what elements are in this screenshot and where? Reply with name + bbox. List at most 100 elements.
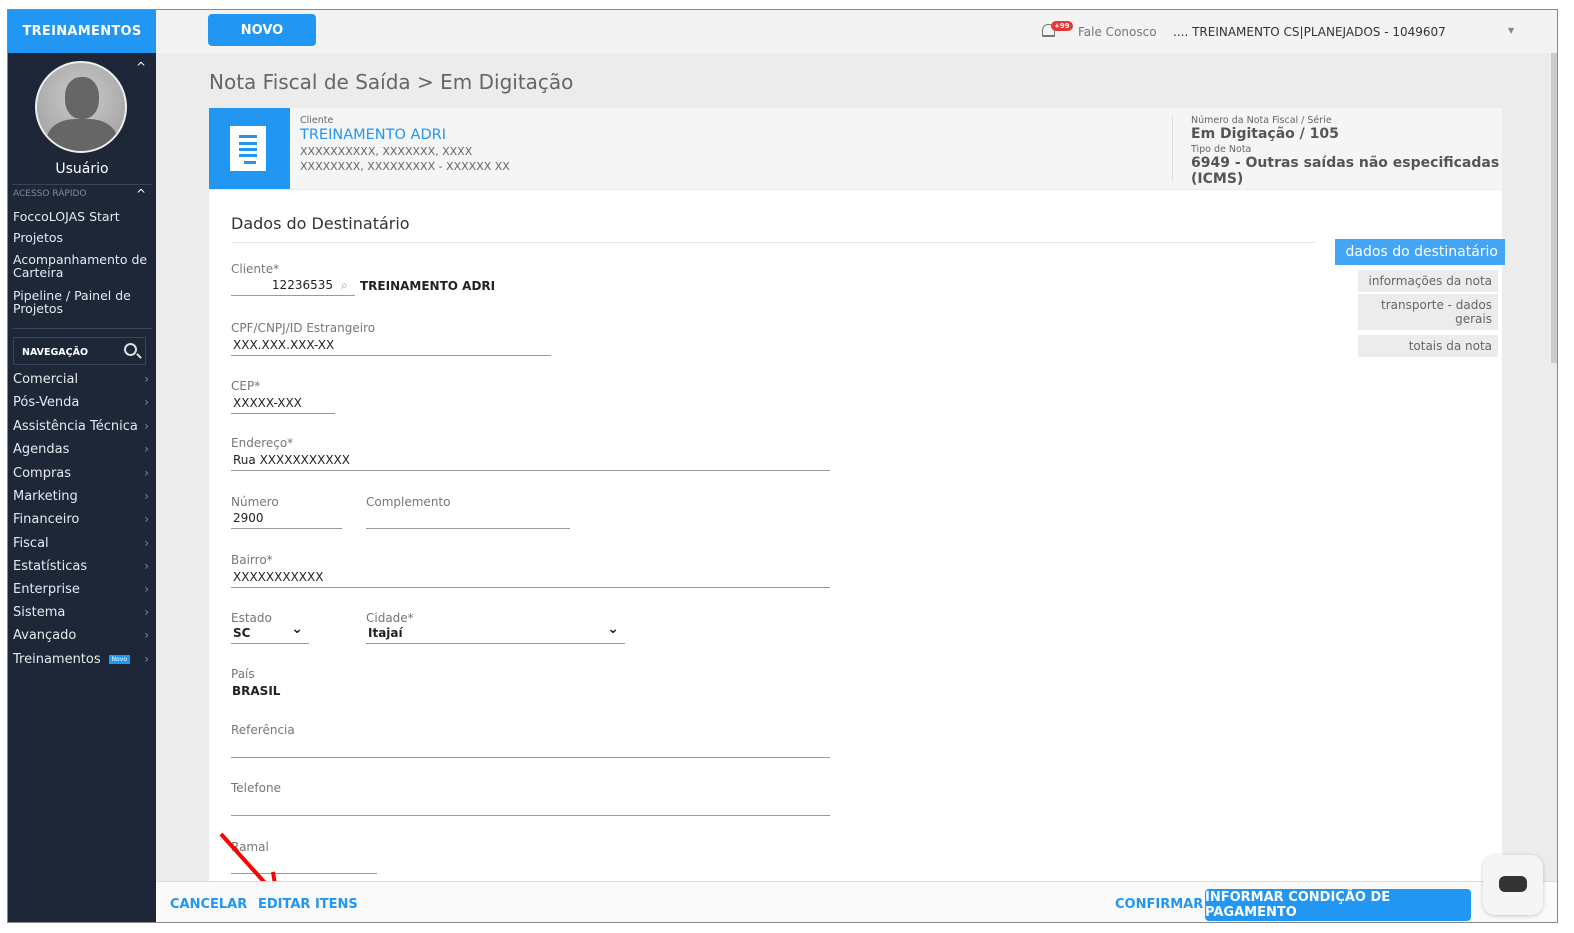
quick-link[interactable]: FoccoLOJAS Start (13, 210, 120, 223)
brand[interactable]: TREINAMENTOS (8, 10, 156, 53)
chat-icon (1499, 876, 1527, 892)
nav-item[interactable]: Sistema› (13, 605, 149, 620)
pais-value: BRASIL (232, 684, 280, 698)
type-label: Tipo de Nota (1191, 144, 1502, 155)
estado-label: Estado (231, 611, 272, 625)
chevron-right-icon: › (144, 582, 149, 597)
avatar[interactable] (35, 61, 127, 153)
nav-item[interactable]: Fiscal › (13, 536, 149, 551)
confirm-button[interactable]: CONFIRMAR (1115, 897, 1203, 912)
cliente-name: TREINAMENTO ADRI (360, 279, 495, 293)
top-bar: NOVO +99 Fale Conosco .... TREINAMENTO C… (156, 10, 1557, 53)
bairro-input[interactable]: XXXXXXXXXXX (231, 570, 830, 588)
cliente-code-input[interactable]: 12236535 (231, 278, 355, 296)
telefone-label: Telefone (231, 781, 281, 795)
new-button[interactable]: NOVO (208, 14, 316, 46)
referencia-input[interactable] (231, 740, 830, 758)
chevron-right-icon: › (144, 605, 149, 620)
nav-item[interactable]: Comercial › (13, 372, 149, 387)
sidebar: TREINAMENTOS ^ Usuário ACESSO RÁPIDO ^ F… (8, 10, 156, 923)
quick-link[interactable]: Pipeline / Painel de Projetos (13, 289, 138, 315)
invoice-header: Cliente TREINAMENTO ADRI XXXXXXXXXX, XXX… (209, 108, 1502, 189)
app-window: TREINAMENTOS ^ Usuário ACESSO RÁPIDO ^ F… (7, 9, 1558, 923)
nav-item[interactable]: Marketing › (13, 489, 149, 504)
nav-label: Enterprise (13, 582, 80, 597)
quick-link[interactable]: Acompanhamento de Carteira (13, 253, 148, 279)
chevron-right-icon: › (144, 489, 149, 504)
nav-item[interactable]: Compras › (13, 466, 149, 481)
telefone-input[interactable] (231, 798, 830, 816)
section-nav-destinatario[interactable]: dados do destinatário (1335, 239, 1505, 265)
pais-label: País (231, 667, 255, 681)
estado-select[interactable]: SC (231, 626, 309, 644)
client-address-2: XXXXXXXX, XXXXXXXXX - XXXXXX XX (300, 160, 510, 173)
dropdown-arrow-icon[interactable]: ▼ (1508, 26, 1514, 35)
chevron-right-icon: › (144, 559, 149, 574)
cpf-label: CPF/CNPJ/ID Estrangeiro (231, 321, 375, 335)
nav-label: Marketing (13, 489, 78, 504)
page-title: Nota Fiscal de Saída > Em Digitação (209, 70, 573, 94)
chat-button[interactable] (1483, 855, 1543, 915)
chevron-right-icon: › (144, 652, 149, 667)
invoice-icon (209, 108, 290, 189)
complemento-input[interactable] (366, 511, 570, 529)
scrollbar[interactable] (1551, 53, 1557, 363)
quick-access-title: ACESSO RÁPIDO (13, 189, 86, 199)
bairro-label: Bairro* (231, 553, 273, 567)
numero-input[interactable]: 2900 (231, 511, 342, 529)
collapse-user-icon[interactable]: ^ (136, 60, 146, 74)
cpf-input[interactable]: XXX.XXX.XXX-XX (231, 338, 551, 356)
quick-link[interactable]: Projetos (13, 231, 63, 244)
nav-label: Fiscal (13, 536, 49, 551)
complemento-label: Complemento (366, 495, 450, 509)
nav-item[interactable]: Avançado › (13, 628, 149, 643)
endereco-input[interactable]: Rua XXXXXXXXXXX (231, 453, 830, 471)
nav-search-label: NAVEGAÇÃO (22, 347, 88, 358)
notification-badge: +99 (1051, 21, 1073, 31)
nav-item[interactable]: Agendas › (13, 442, 149, 457)
footer-actions: CANCELAR EDITAR ITENS CONFIRMAR INFORMAR… (156, 881, 1557, 923)
payment-condition-button[interactable]: INFORMAR CONDIÇÃO DE PAGAMENTO (1205, 889, 1471, 921)
client-name[interactable]: TREINAMENTO ADRI (300, 127, 510, 143)
search-icon[interactable]: ⌕ (341, 278, 348, 293)
new-badge: Novo (109, 655, 130, 664)
edit-items-button[interactable]: EDITAR ITENS (258, 897, 358, 912)
nav-label: Pós-Venda (13, 395, 79, 410)
user-name: Usuário (8, 161, 156, 177)
section-nav-totais[interactable]: totais da nota (1358, 335, 1498, 357)
chevron-right-icon: › (144, 628, 149, 643)
chevron-right-icon: › (144, 372, 149, 387)
nav-label: Agendas (13, 442, 69, 457)
nav-item[interactable]: Enterprise › (13, 582, 149, 597)
section-nav-transporte[interactable]: transporte - dados gerais (1358, 294, 1498, 330)
chevron-right-icon: › (144, 442, 149, 457)
nav-label: Avançado (13, 628, 76, 643)
section-nav-informacoes[interactable]: informações da nota (1358, 270, 1498, 292)
nav-item[interactable]: Assistência Técnica› (13, 419, 149, 434)
nav-label: Comercial (13, 372, 78, 387)
cancel-button[interactable]: CANCELAR (170, 897, 247, 912)
contact-link[interactable]: Fale Conosco (1078, 25, 1157, 39)
chevron-right-icon: › (144, 536, 149, 551)
nav-search[interactable]: NAVEGAÇÃO (13, 337, 146, 365)
chevron-right-icon: › (144, 512, 149, 527)
chevron-right-icon: › (144, 395, 149, 410)
nav-item[interactable]: TreinamentosNovo› (13, 652, 149, 667)
search-icon[interactable] (124, 343, 137, 356)
nav-item[interactable]: Pós-Venda › (13, 395, 149, 410)
cep-label: CEP* (231, 379, 260, 393)
nav-item[interactable]: Financeiro › (13, 512, 149, 527)
nav-item[interactable]: Estatísticas› (13, 559, 149, 574)
cep-input[interactable]: XXXXX-XXX (231, 396, 335, 414)
referencia-label: Referência (231, 723, 295, 737)
nav-label: Financeiro (13, 512, 79, 527)
type-value: 6949 - Outras saídas não especificadas (… (1191, 155, 1502, 187)
company-selector[interactable]: .... TREINAMENTO CS|PLANEJADOS - 1049607 (1173, 25, 1446, 39)
nav-label: Compras (13, 466, 71, 481)
chevron-right-icon: › (144, 419, 149, 434)
cidade-select[interactable]: Itajaí (366, 626, 625, 644)
endereco-label: Endereço* (231, 436, 293, 450)
collapse-quick-icon[interactable]: ^ (136, 187, 146, 201)
client-label: Cliente (300, 115, 510, 126)
chevron-right-icon: › (144, 466, 149, 481)
